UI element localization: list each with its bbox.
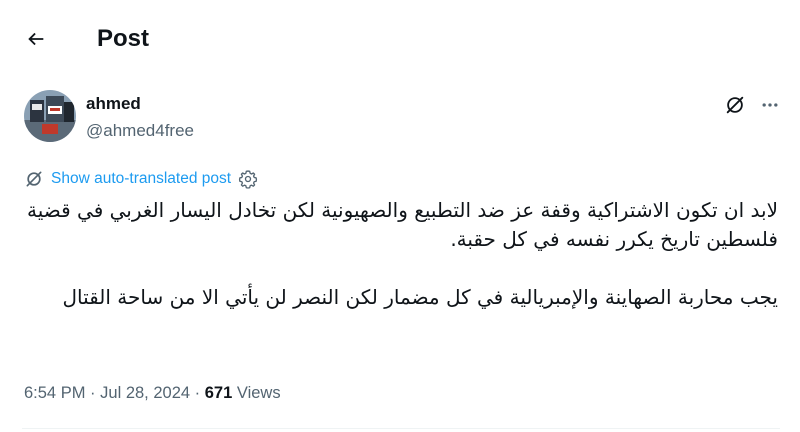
post-date[interactable]: Jul 28, 2024 xyxy=(100,384,190,402)
page-title: Post xyxy=(97,25,150,52)
gear-icon[interactable] xyxy=(238,169,258,189)
translate-icon xyxy=(24,169,44,189)
profile-photo xyxy=(24,90,76,142)
post-meta: 6:54 PM · Jul 28, 2024 · 671 Views xyxy=(24,382,281,404)
views-label: Views xyxy=(236,384,281,402)
show-translation-link[interactable]: Show auto-translated post xyxy=(24,167,258,191)
avatar[interactable] xyxy=(24,90,76,142)
show-translation-label[interactable]: Show auto-translated post xyxy=(51,170,231,188)
author-name[interactable]: ahmed xyxy=(86,94,141,114)
grok-icon xyxy=(726,96,744,114)
views-count: 671 xyxy=(204,384,233,402)
meta-separator: · xyxy=(90,384,96,402)
more-button[interactable] xyxy=(758,94,782,116)
post-paragraph: لابد ان تكون الاشتراكية وقفة عز ضد التطب… xyxy=(27,198,778,251)
author-handle[interactable]: @ahmed4free xyxy=(86,120,194,142)
back-button[interactable] xyxy=(18,24,54,54)
post-paragraph: يجب محاربة الصهاينة والإمبريالية في كل م… xyxy=(62,285,778,309)
arrow-left-icon xyxy=(28,32,44,46)
meta-separator: · xyxy=(194,384,201,402)
post-text: لابد ان تكون الاشتراكية وقفة عز ضد التطب… xyxy=(18,196,778,312)
divider xyxy=(22,428,780,429)
page-header: Post xyxy=(0,0,800,78)
post-time[interactable]: 6:54 PM xyxy=(24,384,85,402)
grok-button[interactable] xyxy=(723,93,747,117)
more-dots-icon xyxy=(762,103,778,107)
